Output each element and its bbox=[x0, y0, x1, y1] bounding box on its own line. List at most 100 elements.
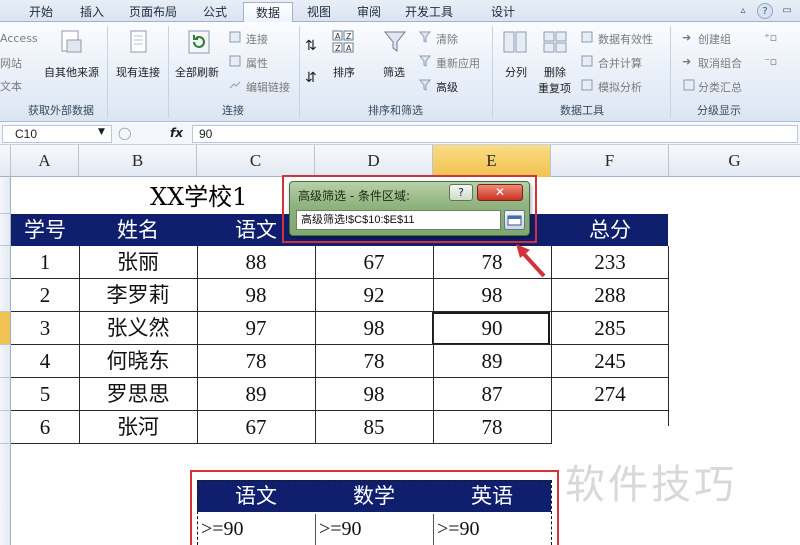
cell-chinese[interactable]: 78 bbox=[197, 345, 315, 378]
sort-ascending-icon[interactable]: ⇅ bbox=[305, 38, 317, 54]
create-group-button[interactable]: 创建组 bbox=[698, 31, 731, 47]
cell-english[interactable]: 89 bbox=[433, 345, 551, 378]
column-header-f[interactable]: F bbox=[551, 145, 669, 177]
formula-input[interactable]: 90 bbox=[192, 125, 798, 143]
cell-math[interactable]: 92 bbox=[315, 279, 433, 312]
cell-student-id[interactable]: 2 bbox=[11, 279, 79, 312]
reapply-button[interactable]: 重新应用 bbox=[436, 55, 480, 71]
tab-home[interactable]: 开始 bbox=[18, 2, 64, 22]
dialog-close-button[interactable]: ✕ bbox=[477, 184, 523, 201]
column-header-c[interactable]: C bbox=[197, 145, 315, 177]
filter-button[interactable]: 筛选 bbox=[383, 64, 405, 80]
cell-name[interactable]: 何晓东 bbox=[79, 345, 197, 378]
cell-math[interactable]: 78 bbox=[315, 345, 433, 378]
name-box[interactable]: C10 bbox=[2, 125, 112, 143]
cell-student-id[interactable]: 1 bbox=[11, 246, 79, 279]
cell-total[interactable]: 288 bbox=[551, 279, 669, 312]
cell-english[interactable]: 78 bbox=[433, 246, 551, 279]
tab-view[interactable]: 视图 bbox=[298, 2, 340, 22]
column-header-d[interactable]: D bbox=[315, 145, 433, 177]
formula-bar-expand-icon[interactable]: ◯ bbox=[118, 126, 131, 140]
cell-student-id[interactable]: 6 bbox=[11, 411, 79, 444]
column-header-a[interactable]: A bbox=[11, 145, 79, 177]
row-header-selected[interactable] bbox=[0, 312, 11, 345]
cell-english[interactable]: 90 bbox=[433, 312, 551, 345]
help-icon[interactable]: ? bbox=[757, 3, 773, 19]
window-restore-icon[interactable]: ▭ bbox=[779, 3, 795, 19]
clear-filter-icon bbox=[418, 31, 432, 43]
dialog-help-button[interactable]: ? bbox=[449, 184, 473, 201]
minimize-ribbon-icon[interactable]: ▵ bbox=[735, 3, 751, 19]
cell-name[interactable]: 罗思思 bbox=[79, 378, 197, 411]
name-box-dropdown-icon[interactable]: ▼ bbox=[98, 127, 105, 137]
cell-math[interactable]: 67 bbox=[315, 246, 433, 279]
cell-student-id[interactable]: 3 bbox=[11, 312, 79, 345]
cell-name[interactable]: 张义然 bbox=[79, 312, 197, 345]
tab-formulas[interactable]: 公式 bbox=[192, 2, 238, 22]
cell-total[interactable]: 274 bbox=[551, 378, 669, 411]
from-other-sources-button[interactable]: 自其他来源 bbox=[44, 64, 99, 80]
consolidate-button[interactable]: 合并计算 bbox=[598, 55, 642, 71]
clear-filter-button[interactable]: 清除 bbox=[436, 31, 458, 47]
cell-english[interactable]: 78 bbox=[433, 411, 551, 444]
column-header-e[interactable]: E bbox=[433, 145, 551, 177]
text-to-columns-button[interactable]: 分列 bbox=[505, 64, 527, 80]
ungroup-button[interactable]: 取消组合 bbox=[698, 55, 742, 71]
cell-total[interactable]: 233 bbox=[551, 246, 669, 279]
hide-detail-icon[interactable]: ⁻▫ bbox=[764, 55, 777, 68]
connections-button[interactable]: 连接 bbox=[246, 31, 268, 47]
cell-chinese[interactable]: 97 bbox=[197, 312, 315, 345]
row-header[interactable] bbox=[0, 177, 11, 214]
row-header[interactable] bbox=[0, 444, 11, 545]
criteria-range-input[interactable]: 高级筛选!$C$10:$E$11 bbox=[296, 210, 501, 230]
cell-english[interactable]: 98 bbox=[433, 279, 551, 312]
properties-button[interactable]: 属性 bbox=[246, 55, 268, 71]
cell-chinese[interactable]: 67 bbox=[197, 411, 315, 444]
advanced-filter-button[interactable]: 高级 bbox=[436, 79, 458, 95]
row-header[interactable] bbox=[0, 246, 11, 279]
data-validation-button[interactable]: 数据有效性 bbox=[598, 31, 653, 47]
column-header-g[interactable]: G bbox=[669, 145, 800, 177]
select-all-corner[interactable] bbox=[0, 145, 11, 177]
row-header[interactable] bbox=[0, 411, 11, 444]
sort-button[interactable]: 排序 bbox=[333, 64, 355, 80]
tab-design[interactable]: 设计 bbox=[480, 2, 526, 22]
subtotal-button[interactable]: 分类汇总 bbox=[698, 79, 742, 95]
cell-name[interactable]: 李罗莉 bbox=[79, 279, 197, 312]
cell-english[interactable]: 87 bbox=[433, 378, 551, 411]
from-web-button[interactable]: 网站 bbox=[0, 55, 22, 71]
tab-insert[interactable]: 插入 bbox=[72, 2, 112, 22]
cell-math[interactable]: 98 bbox=[315, 378, 433, 411]
cell-chinese[interactable]: 88 bbox=[197, 246, 315, 279]
tab-review[interactable]: 审阅 bbox=[346, 2, 392, 22]
edit-links-button[interactable]: 编辑链接 bbox=[246, 79, 290, 95]
cell-total[interactable]: 245 bbox=[551, 345, 669, 378]
row-header[interactable] bbox=[0, 279, 11, 312]
cell-student-id[interactable]: 4 bbox=[11, 345, 79, 378]
sort-descending-icon[interactable]: ⇵ bbox=[305, 70, 317, 86]
row-header[interactable] bbox=[0, 214, 11, 246]
row-header[interactable] bbox=[0, 378, 11, 411]
tab-page-layout[interactable]: 页面布局 bbox=[122, 2, 184, 22]
cell-name[interactable]: 张丽 bbox=[79, 246, 197, 279]
cell-name[interactable]: 张河 bbox=[79, 411, 197, 444]
tab-developer[interactable]: 开发工具 bbox=[398, 2, 460, 22]
cell-math[interactable]: 85 bbox=[315, 411, 433, 444]
insert-function-icon[interactable]: fx bbox=[170, 126, 183, 140]
refresh-all-button[interactable]: 全部刷新 bbox=[175, 64, 219, 80]
tab-data[interactable]: 数据 bbox=[243, 2, 293, 23]
row-header[interactable] bbox=[0, 345, 11, 378]
cell-chinese[interactable]: 89 bbox=[197, 378, 315, 411]
cell-student-id[interactable]: 5 bbox=[11, 378, 79, 411]
column-header-b[interactable]: B bbox=[79, 145, 197, 177]
cell-total[interactable]: 285 bbox=[551, 312, 669, 345]
cell-math[interactable]: 98 bbox=[315, 312, 433, 345]
remove-duplicates-button[interactable]: 删除 bbox=[544, 64, 566, 80]
what-if-analysis-button[interactable]: 模拟分析 bbox=[598, 79, 642, 95]
from-access-button[interactable]: Access bbox=[0, 32, 38, 45]
cell-chinese[interactable]: 98 bbox=[197, 279, 315, 312]
show-detail-icon[interactable]: ⁺▫ bbox=[764, 31, 777, 44]
expand-dialog-button[interactable] bbox=[504, 210, 525, 230]
existing-connections-button[interactable]: 现有连接 bbox=[116, 64, 160, 80]
from-text-button[interactable]: 文本 bbox=[0, 78, 22, 94]
